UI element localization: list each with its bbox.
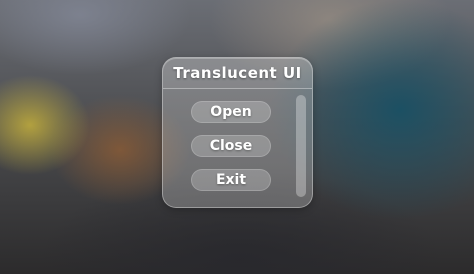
open-button[interactable]: Open xyxy=(191,101,271,123)
translucent-panel: Translucent UI Open Close Exit xyxy=(162,57,313,208)
vertical-scrollbar[interactable] xyxy=(296,95,306,197)
exit-button[interactable]: Exit xyxy=(191,169,271,191)
close-button[interactable]: Close xyxy=(191,135,271,157)
panel-title: Translucent UI xyxy=(173,64,302,82)
panel-title-bar: Translucent UI xyxy=(163,58,312,89)
scrollbar-thumb[interactable] xyxy=(296,95,306,197)
